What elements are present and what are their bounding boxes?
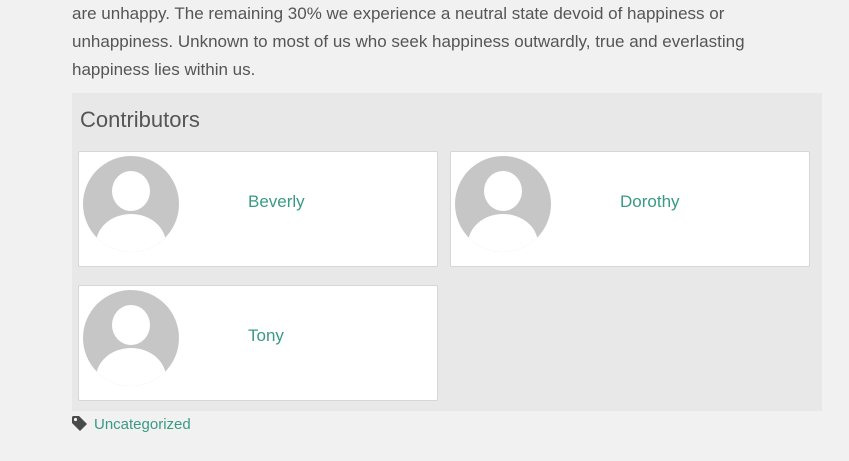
contributor-card-tony[interactable]: Tony	[78, 285, 438, 401]
default-user-avatar-icon[interactable]	[83, 156, 179, 252]
page: are unhappy. The remaining 30% we experi…	[0, 0, 849, 461]
paragraph-line: are unhappy. The remaining 30% we experi…	[72, 4, 725, 23]
contributor-card-beverly[interactable]: Beverly	[78, 151, 438, 267]
contributors-section: Contributors Beverly Dorothy Tony	[72, 93, 822, 411]
paragraph-line: unhappiness. Unknown to most of us who s…	[72, 32, 745, 51]
default-user-avatar-icon[interactable]	[83, 290, 179, 386]
category-link[interactable]: Uncategorized	[94, 416, 191, 433]
post-content-paragraph: are unhappy. The remaining 30% we experi…	[72, 0, 772, 84]
contributors-heading: Contributors	[80, 107, 200, 132]
default-user-avatar-icon[interactable]	[455, 156, 551, 252]
tag-icon	[71, 415, 89, 433]
contributor-card-dorothy[interactable]: Dorothy	[450, 151, 810, 267]
post-tags: Uncategorized	[71, 412, 191, 436]
contributor-name-link[interactable]: Tony	[248, 326, 284, 346]
contributor-name-link[interactable]: Beverly	[248, 192, 305, 212]
contributor-name-link[interactable]: Dorothy	[620, 192, 680, 212]
paragraph-line: happiness lies within us.	[72, 60, 256, 79]
